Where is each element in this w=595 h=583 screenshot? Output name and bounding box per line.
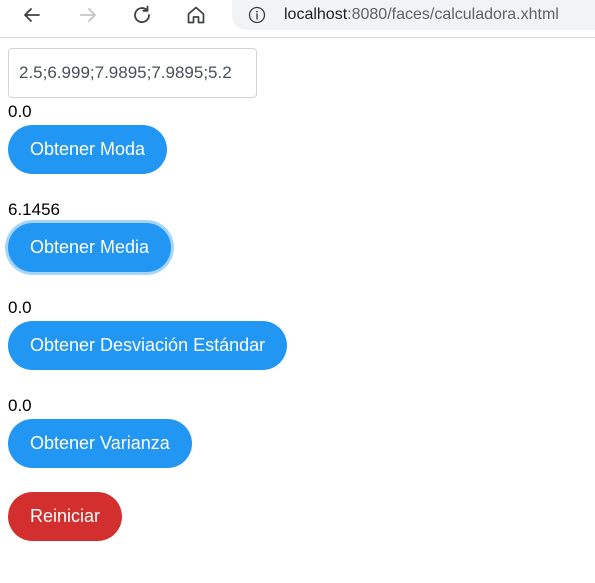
forward-button[interactable] <box>68 0 108 30</box>
moda-result: 0.0 <box>8 102 32 121</box>
info-icon[interactable] <box>248 6 266 24</box>
reload-button[interactable] <box>122 0 162 30</box>
home-button[interactable] <box>176 0 216 30</box>
media-result: 6.1456 <box>8 200 60 219</box>
arrow-right-icon <box>80 8 96 22</box>
obtener-moda-button[interactable]: Obtener Moda <box>8 125 168 174</box>
desviacion-result: 0.0 <box>8 298 32 317</box>
address-bar[interactable]: localhost:8080/faces/calculadora.xhtml <box>232 0 595 30</box>
varianza-result: 0.0 <box>8 396 32 415</box>
back-button[interactable] <box>12 0 52 30</box>
url-path: :8080/faces/calculadora.xhtml <box>347 6 559 23</box>
numbers-input[interactable] <box>8 48 257 98</box>
url-text: localhost:8080/faces/calculadora.xhtml <box>284 6 559 24</box>
arrow-left-icon <box>24 8 40 22</box>
calculator-form: 0.0 Obtener Moda 6.1456 Obtener Media 0.… <box>8 48 588 541</box>
reload-icon <box>134 5 150 23</box>
browser-toolbar: localhost:8080/faces/calculadora.xhtml <box>0 0 595 38</box>
reiniciar-button[interactable]: Reiniciar <box>8 492 123 541</box>
url-host: localhost <box>284 6 348 23</box>
home-icon <box>187 6 205 24</box>
obtener-desviacion-button[interactable]: Obtener Desviación Estándar <box>8 321 288 370</box>
obtener-varianza-button[interactable]: Obtener Varianza <box>8 419 192 468</box>
obtener-media-button[interactable]: Obtener Media <box>8 223 172 272</box>
